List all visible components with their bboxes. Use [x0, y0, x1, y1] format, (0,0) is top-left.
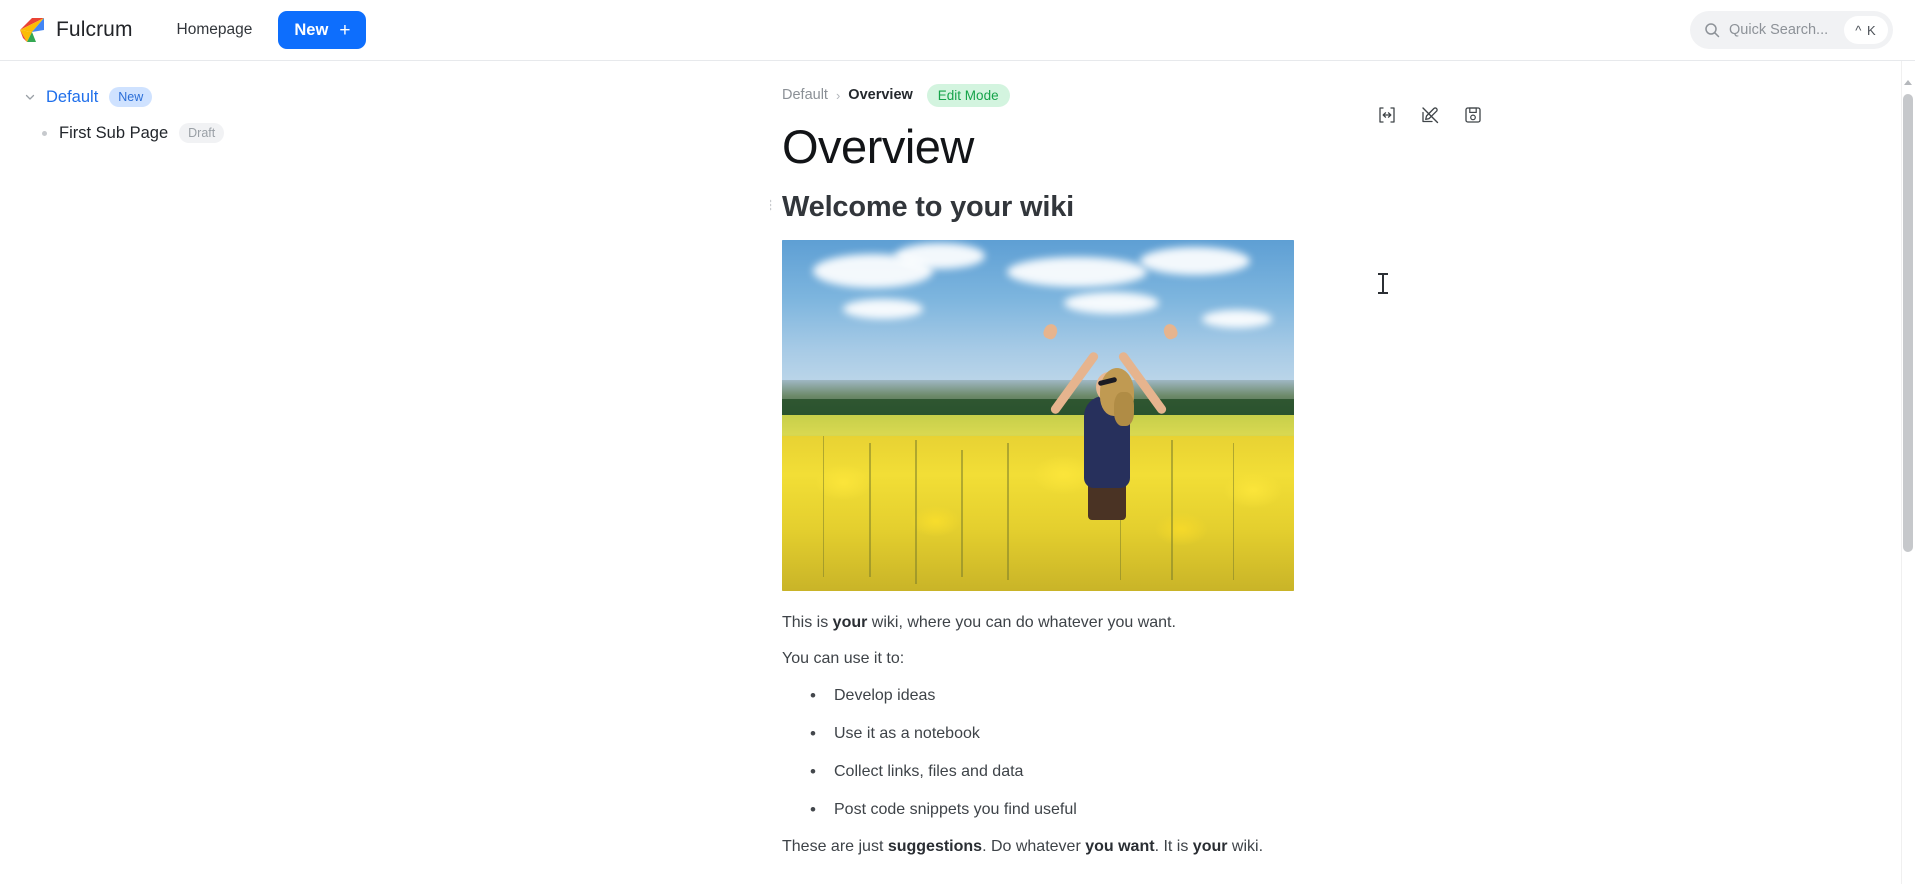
chevron-down-icon[interactable] — [22, 89, 38, 105]
new-button-label: New — [294, 20, 329, 39]
para3-bold3: your — [1192, 838, 1228, 856]
uses-list: Develop ideas Use it as a notebook Colle… — [782, 684, 1682, 822]
list-item[interactable]: Collect links, files and data — [810, 760, 1682, 785]
scroll-up-arrow-icon[interactable] — [1904, 80, 1912, 85]
image-cloud — [1140, 246, 1251, 275]
app-body: Default New First Sub Page Draft Default… — [0, 61, 1915, 884]
para3-part2: . Do whatever — [982, 838, 1086, 856]
para3-part3: . It is — [1154, 838, 1193, 856]
search-input[interactable]: Quick Search... — [1729, 22, 1844, 38]
brand[interactable]: Fulcrum — [18, 16, 133, 44]
edit-off-icon[interactable] — [1420, 105, 1440, 125]
breadcrumb-separator: › — [835, 87, 841, 103]
block-heading-welcome: Welcome to your wiki — [770, 191, 1682, 224]
list-item[interactable]: Post code snippets you find useful — [810, 798, 1682, 823]
sidebar-item-default-label[interactable]: Default — [46, 88, 98, 107]
list-item[interactable]: Develop ideas — [810, 684, 1682, 709]
sidebar-item-first-sub-page[interactable]: First Sub Page Draft — [0, 119, 770, 147]
paragraph-this-is-your-wiki[interactable]: This is your wiki, where you can do what… — [782, 611, 1682, 636]
paragraph-you-can-use-it-to[interactable]: You can use it to: — [782, 647, 1682, 672]
sidebar-page-tree: Default New First Sub Page Draft — [0, 61, 770, 884]
brand-name: Fulcrum — [56, 18, 133, 41]
sidebar-badge-new: New — [109, 87, 153, 107]
edit-mode-badge[interactable]: Edit Mode — [926, 83, 1010, 107]
drag-handle-icon[interactable] — [770, 198, 773, 212]
para1-bold1: your — [832, 613, 868, 631]
new-button[interactable]: New + — [278, 11, 367, 49]
image-cloud — [894, 243, 985, 270]
image-flower-field — [782, 436, 1294, 591]
document-body: Default › Overview Edit Mode Overview We… — [770, 83, 1682, 884]
fulcrum-logo-icon — [20, 18, 44, 42]
breadcrumb: Default › Overview Edit Mode — [782, 83, 1682, 107]
para3-bold1: suggestions — [887, 838, 983, 856]
image-person — [1041, 322, 1198, 591]
para3-bold2: you want — [1085, 838, 1155, 856]
breadcrumb-parent[interactable]: Default — [782, 87, 828, 103]
sidebar-badge-draft: Draft — [179, 123, 225, 143]
vertical-scrollbar[interactable] — [1901, 61, 1915, 884]
page-title[interactable]: Overview — [782, 120, 1682, 174]
fit-width-icon[interactable] — [1377, 105, 1397, 125]
plus-icon: + — [339, 19, 351, 41]
nav-link-homepage[interactable]: Homepage — [177, 21, 253, 39]
document-action-toolbar — [1377, 105, 1483, 125]
sidebar-item-default[interactable]: Default New — [0, 83, 770, 111]
quick-search-box[interactable]: Quick Search... ^ K — [1690, 11, 1893, 49]
content-image-field[interactable] — [782, 239, 1294, 591]
paragraph-these-are-just-suggestions[interactable]: These are just suggestions. Do whatever … — [782, 835, 1682, 860]
save-icon[interactable] — [1463, 105, 1483, 125]
sidebar-item-first-sub-page-label[interactable]: First Sub Page — [59, 124, 168, 143]
para1-part1: This is — [782, 613, 833, 631]
para3-part1: These are just — [782, 838, 888, 856]
image-cloud — [1201, 309, 1272, 328]
heading-welcome[interactable]: Welcome to your wiki — [782, 191, 1682, 224]
list-item[interactable]: Use it as a notebook — [810, 722, 1682, 747]
block-handles — [770, 198, 773, 212]
breadcrumb-current[interactable]: Overview — [848, 87, 913, 103]
para3-part4: wiki. — [1227, 838, 1264, 856]
search-icon — [1705, 23, 1720, 38]
para1-part2: wiki, where you can do whatever you want… — [867, 613, 1176, 631]
dot-icon — [42, 130, 47, 136]
scrollbar-thumb[interactable] — [1903, 94, 1913, 552]
document-pane: Default › Overview Edit Mode Overview We… — [770, 61, 1915, 884]
search-shortcut-badge: ^ K — [1844, 16, 1888, 44]
top-navigation-bar: Fulcrum Homepage New + Quick Search... ^… — [0, 0, 1915, 61]
